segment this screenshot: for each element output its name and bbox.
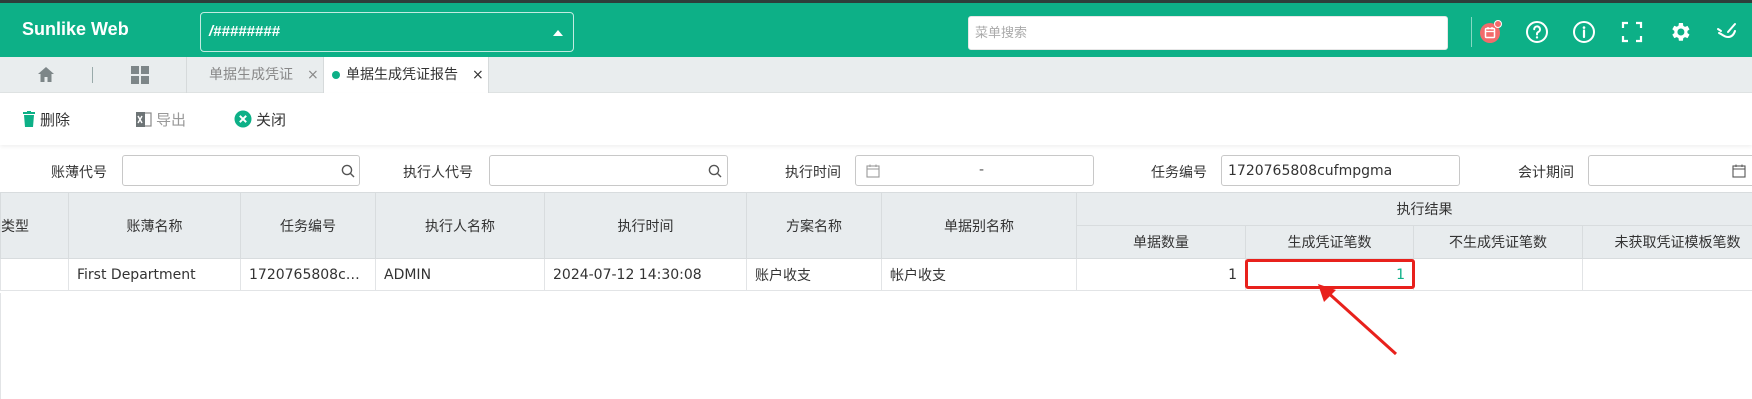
cell-doc-alias: 帐户收支 xyxy=(881,258,1077,291)
ledger-code-label: 账薄代号 xyxy=(51,165,107,181)
top-header: Sunlike Web /######## xyxy=(0,0,1752,57)
delete-label: 删除 xyxy=(40,110,71,129)
calendar-icon[interactable] xyxy=(1732,164,1746,178)
grid-icon[interactable] xyxy=(130,65,150,85)
close-button[interactable]: 关闭 xyxy=(234,108,286,130)
ledger-code-input[interactable] xyxy=(122,155,360,186)
col-header-doc-alias[interactable]: 单据别名称 xyxy=(881,192,1077,259)
cell-task-no: 1720765808cuf... xyxy=(240,258,376,291)
close-label: 关闭 xyxy=(256,110,287,129)
cell-no-template-count xyxy=(1582,258,1752,291)
cell-no-voucher-count xyxy=(1413,258,1583,291)
toolbar: 删除 导出 关闭 xyxy=(0,93,1752,145)
settings-icon[interactable] xyxy=(1668,20,1692,44)
cell-scheme-name: 账户收支 xyxy=(746,258,882,291)
col-header-scheme-name[interactable]: 方案名称 xyxy=(746,192,882,259)
active-dot-icon xyxy=(332,71,340,79)
executor-code-label: 执行人代号 xyxy=(403,165,473,181)
info-icon[interactable] xyxy=(1572,20,1596,44)
tab-label: 单据生成凭证报告 xyxy=(346,67,458,83)
exec-time-label: 执行时间 xyxy=(785,165,841,181)
col-header-ledger-name[interactable]: 账薄名称 xyxy=(68,192,241,259)
cell-executor-name: ADMIN xyxy=(375,258,545,291)
table-row[interactable]: First Department 1720765808cuf... ADMIN … xyxy=(0,258,1752,291)
calendar-badge-icon[interactable] xyxy=(1478,20,1502,44)
report-table: 类型 账薄名称 任务编号 执行人名称 执行时间 方案名称 单据别名称 执行结果 … xyxy=(0,192,1752,291)
delete-button[interactable]: 删除 xyxy=(22,108,70,130)
export-button[interactable]: 导出 xyxy=(135,108,186,130)
col-header-type[interactable]: 类型 xyxy=(0,192,69,259)
help-icon[interactable] xyxy=(1525,20,1549,44)
tab-voucher-report[interactable]: 单据生成凭证报告 × xyxy=(323,57,489,93)
cell-exec-time: 2024-07-12 14:30:08 xyxy=(544,258,747,291)
period-label: 会计期间 xyxy=(1518,165,1574,181)
tab-divider xyxy=(92,67,93,83)
home-icon[interactable] xyxy=(36,65,56,85)
col-group-exec-result: 执行结果 xyxy=(1076,192,1752,226)
tab-label: 单据生成凭证 xyxy=(209,67,293,83)
cell-doc-count: 1 xyxy=(1076,258,1246,291)
close-icon[interactable]: × xyxy=(307,57,319,93)
filter-bar: 账薄代号 执行人代号 执行时间 - 任务编号 会计期间 xyxy=(0,152,1752,192)
col-header-exec-time[interactable]: 执行时间 xyxy=(544,192,747,259)
cell-type xyxy=(0,258,69,291)
app-title: Sunlike Web xyxy=(22,19,129,39)
date-range-separator: - xyxy=(979,162,985,178)
col-header-doc-count[interactable]: 单据数量 xyxy=(1076,225,1246,259)
export-label: 导出 xyxy=(156,110,187,129)
tab-voucher-generation[interactable]: 单据生成凭证 × xyxy=(186,57,323,93)
excel-icon xyxy=(136,111,152,127)
search-icon[interactable] xyxy=(708,164,722,178)
period-input[interactable] xyxy=(1588,155,1752,186)
search-icon[interactable] xyxy=(341,164,355,178)
header-divider xyxy=(1471,17,1472,47)
col-header-no-voucher-count[interactable]: 不生成凭证笔数 xyxy=(1413,225,1583,259)
task-no-label: 任务编号 xyxy=(1151,165,1207,181)
org-selector[interactable]: /######## xyxy=(200,12,574,52)
cell-voucher-count-link[interactable]: 1 xyxy=(1245,258,1414,291)
task-no-input[interactable] xyxy=(1221,155,1460,186)
col-header-voucher-count[interactable]: 生成凭证笔数 xyxy=(1245,225,1414,259)
calendar-icon xyxy=(866,164,880,178)
cell-ledger-name: First Department xyxy=(68,258,241,291)
caret-up-icon xyxy=(553,30,563,36)
tab-strip: 单据生成凭证 × 单据生成凭证报告 × xyxy=(0,57,1752,93)
table-empty-area xyxy=(0,293,1752,399)
exec-time-range[interactable] xyxy=(855,155,1094,186)
col-header-executor-name[interactable]: 执行人名称 xyxy=(375,192,545,259)
close-icon[interactable]: × xyxy=(472,57,484,93)
executor-code-input[interactable] xyxy=(489,155,728,186)
skin-icon[interactable] xyxy=(1715,20,1739,44)
trash-icon xyxy=(23,110,35,127)
org-selector-value: /######## xyxy=(209,23,280,40)
col-header-no-template-count[interactable]: 未获取凭证模板笔数 xyxy=(1582,225,1752,259)
fullscreen-icon[interactable] xyxy=(1620,20,1644,44)
col-header-task-no[interactable]: 任务编号 xyxy=(240,192,376,259)
close-circle-icon xyxy=(234,110,252,128)
menu-search-input[interactable] xyxy=(968,16,1448,50)
